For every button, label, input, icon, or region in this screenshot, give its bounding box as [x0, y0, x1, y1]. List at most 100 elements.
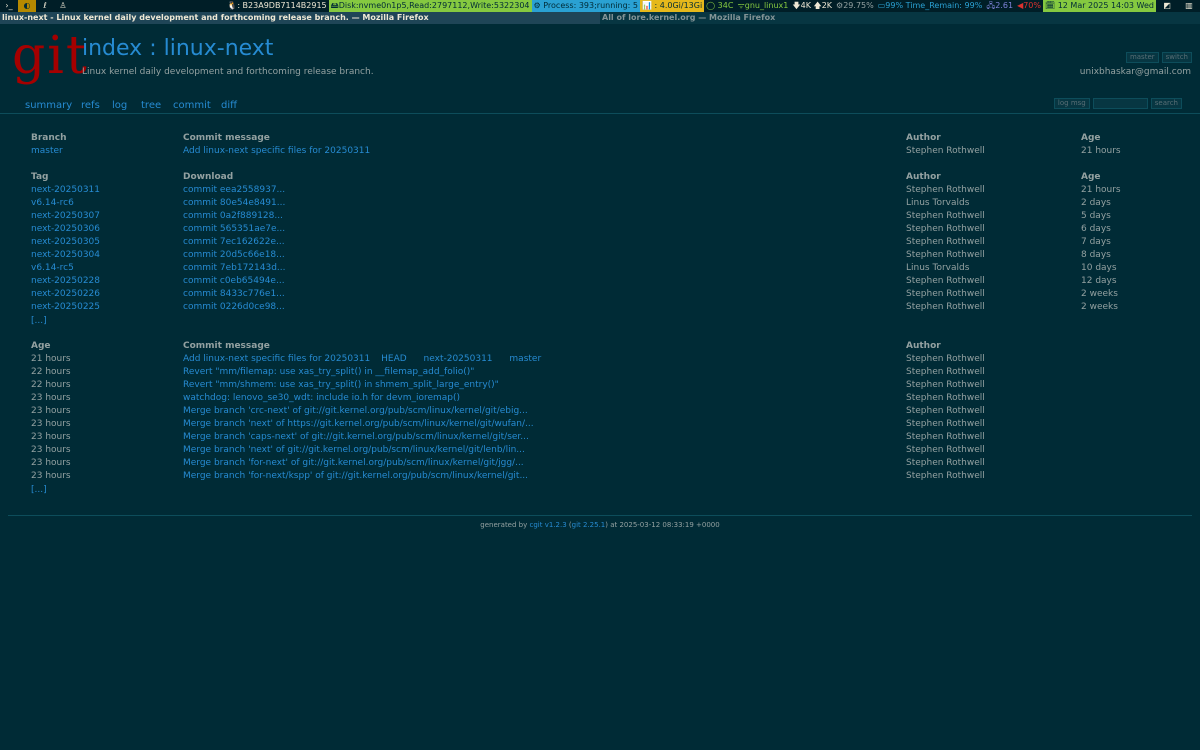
commit-message-link[interactable]: Revert "mm/shmem: use xas_try_split() in… — [183, 379, 499, 392]
page-footer: generated by cgit v1.2.3 (git 2.25.1) at… — [0, 521, 1200, 529]
head-decoration-link[interactable]: HEAD — [381, 354, 407, 364]
more-log-link[interactable]: [...] — [31, 485, 47, 495]
tab-refs[interactable]: refs — [81, 100, 100, 111]
tag-row: next-20250307 commit 0a2f889128... Steph… — [0, 210, 1200, 223]
tag-link[interactable]: v6.14-rc6 — [31, 197, 74, 210]
author: Stephen Rothwell — [906, 354, 985, 364]
column-header: Author — [906, 341, 941, 351]
author: Stephen Rothwell — [906, 471, 985, 481]
tab-log[interactable]: log — [112, 100, 127, 111]
tray-icon[interactable]: ▥ — [1178, 0, 1200, 12]
download-link[interactable]: commit 0226d0ce98... — [183, 301, 285, 314]
column-header: Commit message — [183, 133, 270, 143]
active-window-title[interactable]: linux-next - Linux kernel daily developm… — [0, 12, 600, 24]
disk-indicator: 🖴Disk:nvme0n1p5,Read:2797112,Write:53223… — [328, 0, 532, 12]
date-clock: 🗓 12 Mar 2025 14:03 Wed — [1043, 0, 1156, 12]
tag-decoration-link[interactable]: next-20250311 — [424, 354, 493, 364]
inactive-window-title[interactable]: All of lore.kernel.org — Mozilla Firefox — [600, 12, 1200, 24]
tag-link[interactable]: next-20250306 — [31, 223, 100, 236]
column-header: Download — [183, 172, 234, 182]
repo-link[interactable]: linux-next — [164, 36, 274, 61]
download-link[interactable]: commit 7ec162622e... — [183, 236, 285, 249]
cgit-logo[interactable]: git — [12, 28, 89, 84]
footer-divider — [8, 515, 1192, 516]
index-link[interactable]: index — [82, 36, 142, 61]
commit-message-link[interactable]: Merge branch 'crc-next' of git://git.ker… — [183, 405, 528, 418]
tag-link[interactable]: v6.14-rc5 — [31, 262, 74, 275]
repo-owner: unixbhaskar@gmail.com — [1079, 67, 1191, 77]
tab-summary[interactable]: summary — [25, 100, 72, 111]
search-mode-select[interactable]: log msg — [1053, 98, 1090, 109]
download-link[interactable]: commit c0eb65494e... — [183, 275, 285, 288]
cgit-version-link[interactable]: cgit v1.2.3 — [529, 521, 566, 529]
switch-button[interactable]: switch — [1161, 52, 1192, 63]
git-version-link[interactable]: git 2.25.1 — [572, 521, 606, 529]
branch-select[interactable]: master — [1125, 52, 1159, 63]
memory-indicator: 📊 : 4.0Gi/13Gi — [639, 0, 705, 12]
download-link[interactable]: commit 8433c776e1... — [183, 288, 285, 301]
workspace-firefox[interactable]: ◐ — [18, 0, 36, 12]
download-link[interactable]: commit 80e54e8491... — [183, 197, 285, 210]
tag-link[interactable]: next-20250305 — [31, 236, 100, 249]
tab-commit[interactable]: commit — [173, 100, 211, 111]
tag-link[interactable]: next-20250226 — [31, 288, 100, 301]
commit-message-link[interactable]: Merge branch 'for-next' of git://git.ker… — [183, 457, 524, 470]
more-tags-link[interactable]: [...] — [31, 316, 47, 326]
search-button[interactable]: search — [1150, 98, 1182, 109]
workspace-editor[interactable]: ℓ — [36, 0, 54, 12]
author: Stephen Rothwell — [906, 419, 985, 429]
temperature-indicator: ◯ 34C — [706, 1, 734, 10]
repo-tabs: summary refs log tree commit diff — [0, 98, 1200, 114]
tag-link[interactable]: next-20250311 — [31, 184, 100, 197]
search-input[interactable] — [1092, 98, 1148, 109]
tag-link[interactable]: next-20250225 — [31, 301, 100, 314]
author: Linus Torvalds — [906, 198, 970, 208]
download-link[interactable]: commit 7eb172143d... — [183, 262, 286, 275]
commit-message-link[interactable]: Add linux-next specific files for 202503… — [183, 145, 370, 158]
tag-link[interactable]: next-20250304 — [31, 249, 100, 262]
process-indicator: ⚙ Process: 393;running: 5 — [531, 0, 640, 12]
tag-link[interactable]: next-20250307 — [31, 210, 100, 223]
system-status-bar: ›_ ◐ ℓ ♙ 🐧: B23A9DB7114B2915 🖴Disk:nvme0… — [0, 0, 1200, 12]
workspace-terminal[interactable]: ›_ — [0, 0, 18, 12]
workspace-misc[interactable]: ♙ — [54, 0, 72, 12]
branch-link[interactable]: master — [31, 145, 63, 158]
tag-row: next-20250306 commit 565351ae7e... Steph… — [0, 223, 1200, 236]
download-link[interactable]: commit eea2558937... — [183, 184, 285, 197]
age: 22 hours — [31, 380, 71, 390]
author: Stephen Rothwell — [906, 406, 985, 416]
commit-message-link[interactable]: Merge branch 'next' of https://git.kerne… — [183, 418, 534, 431]
tab-tree[interactable]: tree — [141, 100, 161, 111]
branch-decoration-link[interactable]: master — [509, 354, 541, 364]
log-row: 23 hours Merge branch 'for-next' of git:… — [0, 457, 1200, 470]
age: 23 hours — [31, 419, 71, 429]
footer-suffix: ) at 2025-03-12 08:33:19 +0000 — [605, 521, 720, 529]
column-header: Tag — [31, 172, 49, 182]
commit-message-link[interactable]: watchdog: lenovo_se30_wdt: include io.h … — [183, 392, 460, 405]
column-header: Commit message — [183, 341, 270, 351]
column-header: Age — [1081, 172, 1101, 182]
tab-diff[interactable]: diff — [221, 100, 237, 111]
download-link[interactable]: commit 20d5c66e18... — [183, 249, 285, 262]
log-row: 23 hours Merge branch 'next' of git://gi… — [0, 444, 1200, 457]
column-header: Author — [906, 172, 941, 182]
author: Stephen Rothwell — [906, 393, 985, 403]
log-row: 23 hours Merge branch 'caps-next' of git… — [0, 431, 1200, 444]
commit-message-link[interactable]: Revert "mm/filemap: use xas_try_split() … — [183, 366, 474, 379]
tag-row: v6.14-rc6 commit 80e54e8491... Linus Tor… — [0, 197, 1200, 210]
tag-link[interactable]: next-20250228 — [31, 275, 100, 288]
download-link[interactable]: commit 0a2f889128... — [183, 210, 283, 223]
download-link[interactable]: commit 565351ae7e... — [183, 223, 285, 236]
repo-description: Linux kernel daily development and forth… — [82, 67, 374, 77]
tray-icon[interactable]: ◩ — [1156, 0, 1178, 12]
commit-message-link[interactable]: Merge branch 'caps-next' of git://git.ke… — [183, 431, 529, 444]
commit-message-link[interactable]: Merge branch 'for-next/kspp' of git://gi… — [183, 470, 528, 483]
column-header: Age — [31, 341, 51, 351]
tag-row: next-20250304 commit 20d5c66e18... Steph… — [0, 249, 1200, 262]
commit-message-link[interactable]: Merge branch 'next' of git://git.kernel.… — [183, 444, 525, 457]
search-form: log msg search — [1053, 98, 1182, 109]
age: 2 weeks — [1081, 302, 1118, 312]
commit-message-link[interactable]: Add linux-next specific files for 202503… — [183, 354, 370, 364]
tag-row: next-20250225 commit 0226d0ce98... Steph… — [0, 301, 1200, 314]
tag-row: next-20250305 commit 7ec162622e... Steph… — [0, 236, 1200, 249]
